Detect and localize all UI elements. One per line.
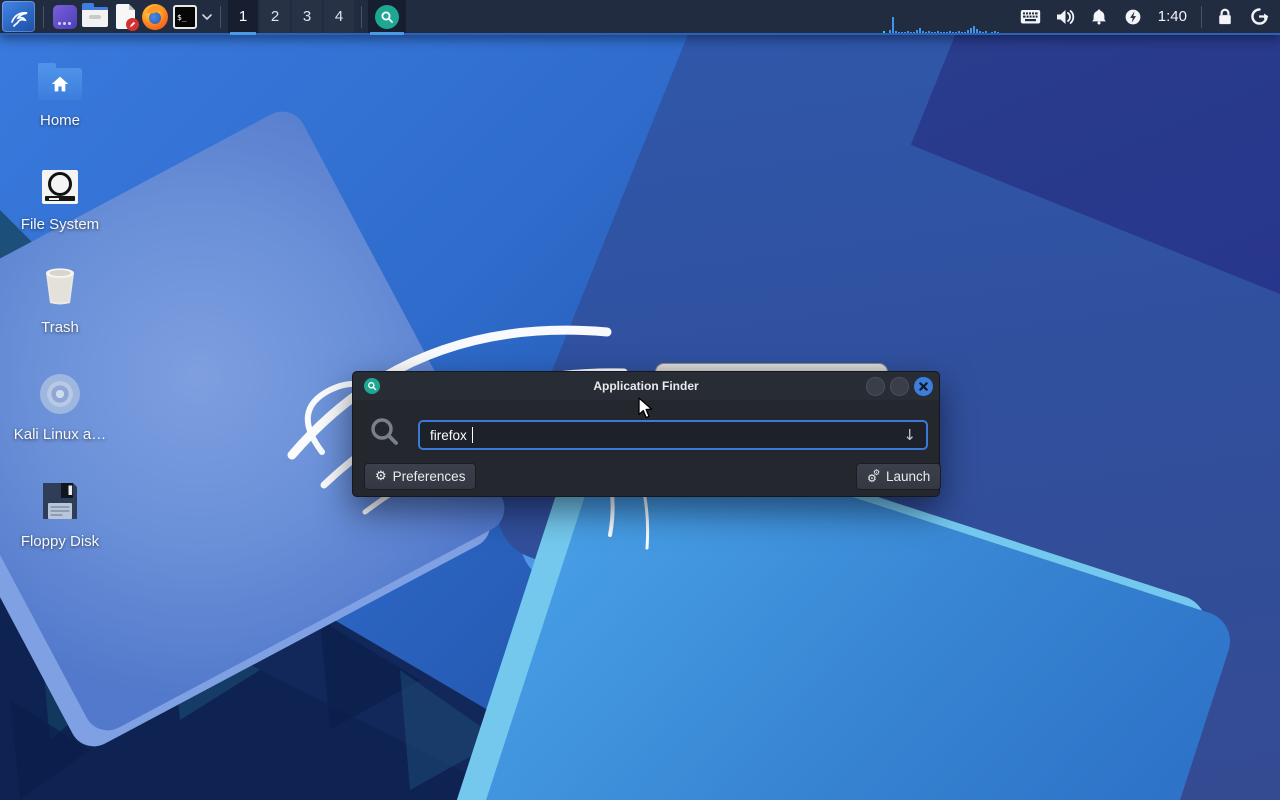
dropdown-arrow-icon[interactable]: ↓ [903, 426, 916, 444]
launcher-window-manager[interactable] [50, 1, 80, 32]
top-panel: $_ 1 2 3 4 1:40 [0, 0, 1280, 35]
clock[interactable]: 1:40 [1150, 8, 1195, 25]
mouse-cursor [638, 397, 653, 419]
active-window-indicator [370, 32, 404, 35]
file-system-drive-icon [42, 170, 78, 204]
workspace-label: 4 [334, 8, 344, 25]
gear-icon: ⚙ [375, 469, 387, 484]
close-icon [919, 382, 928, 391]
launcher-text-editor[interactable] [110, 1, 140, 32]
application-finder-icon [375, 4, 399, 29]
lock-icon [1219, 8, 1231, 25]
panel-separator [361, 5, 362, 28]
launch-button[interactable]: ⚙ ⚙ Launch [856, 463, 942, 490]
terminal-prompt-glyph: $_ [177, 12, 187, 22]
volume-tray[interactable] [1048, 0, 1082, 33]
desktop-icon-kali-cd[interactable]: Kali Linux a… [12, 370, 108, 443]
applications-menu-button[interactable] [2, 1, 35, 32]
workspace-button-1[interactable]: 1 [228, 0, 258, 35]
taskbar-application-finder[interactable] [368, 0, 406, 35]
workspace-label: 1 [238, 8, 248, 25]
workspace-label: 2 [270, 8, 280, 25]
keyboard-layout-tray[interactable] [1014, 0, 1048, 33]
desktop-icon-label: Home [39, 112, 80, 129]
logout-button[interactable] [1242, 0, 1276, 33]
application-finder-window: Application Finder firefox ↓ ⚙ Preferenc… [352, 371, 942, 497]
workspace-button-2[interactable]: 2 [260, 0, 290, 33]
firefox-icon [142, 3, 168, 30]
desktop-icon-trash[interactable]: Trash [12, 263, 108, 336]
chevron-down-icon [202, 13, 212, 20]
text-editor-icon [115, 4, 139, 31]
desktop-icon-label: File System [20, 216, 100, 233]
active-workspace-indicator [230, 32, 256, 35]
power-manager-icon [1125, 9, 1141, 24]
search-input[interactable]: firefox ↓ [418, 420, 928, 450]
power-manager-tray[interactable] [1116, 0, 1150, 33]
terminal-icon: $_ [173, 4, 197, 29]
desktop-icon-label: Kali Linux a… [13, 426, 107, 443]
window-manager-icon [53, 4, 77, 29]
lock-screen-button[interactable] [1208, 0, 1242, 33]
desktop-icon-file-system[interactable]: File System [12, 160, 108, 233]
run-gears-icon: ⚙ ⚙ [867, 468, 880, 485]
terminal-dropdown-chevron[interactable] [200, 1, 214, 32]
minimize-button[interactable] [866, 377, 885, 396]
floppy-disk-icon [43, 483, 77, 519]
kali-dragon-icon [10, 11, 27, 27]
launcher-file-manager[interactable] [80, 1, 110, 32]
titlebar[interactable]: Application Finder [353, 372, 939, 400]
desktop-icon-floppy-disk[interactable]: Floppy Disk [12, 477, 108, 550]
desktop-icon-label: Floppy Disk [20, 533, 100, 550]
maximize-button[interactable] [890, 377, 909, 396]
desktop-icon-label: Trash [41, 319, 79, 336]
panel-separator [43, 5, 44, 28]
cd-disc-icon [40, 374, 80, 414]
panel-separator [220, 5, 221, 28]
keyboard-icon [1021, 9, 1041, 23]
logout-icon [1250, 8, 1268, 25]
search-input-value: firefox [430, 427, 467, 443]
launcher-firefox[interactable] [140, 1, 170, 32]
launcher-terminal[interactable]: $_ [170, 1, 200, 32]
bell-icon [1091, 8, 1106, 24]
volume-icon [1056, 9, 1074, 24]
home-folder-icon [38, 63, 82, 100]
workspace-label: 3 [302, 8, 312, 25]
close-button[interactable] [914, 377, 933, 396]
preferences-button[interactable]: ⚙ Preferences [364, 463, 477, 490]
window-title: Application Finder [593, 379, 699, 393]
panel-separator [1201, 5, 1202, 28]
search-icon [371, 418, 398, 445]
text-caret [471, 427, 474, 443]
workspace-button-3[interactable]: 3 [292, 0, 322, 33]
file-manager-icon [82, 2, 108, 27]
trash-icon [46, 268, 74, 305]
workspace-button-4[interactable]: 4 [324, 0, 354, 33]
preferences-button-label: Preferences [392, 469, 466, 484]
desktop-icon-home[interactable]: Home [12, 56, 108, 129]
network-monitor[interactable] [878, 0, 1014, 33]
notifications-tray[interactable] [1082, 0, 1116, 33]
launch-button-label: Launch [886, 469, 931, 484]
